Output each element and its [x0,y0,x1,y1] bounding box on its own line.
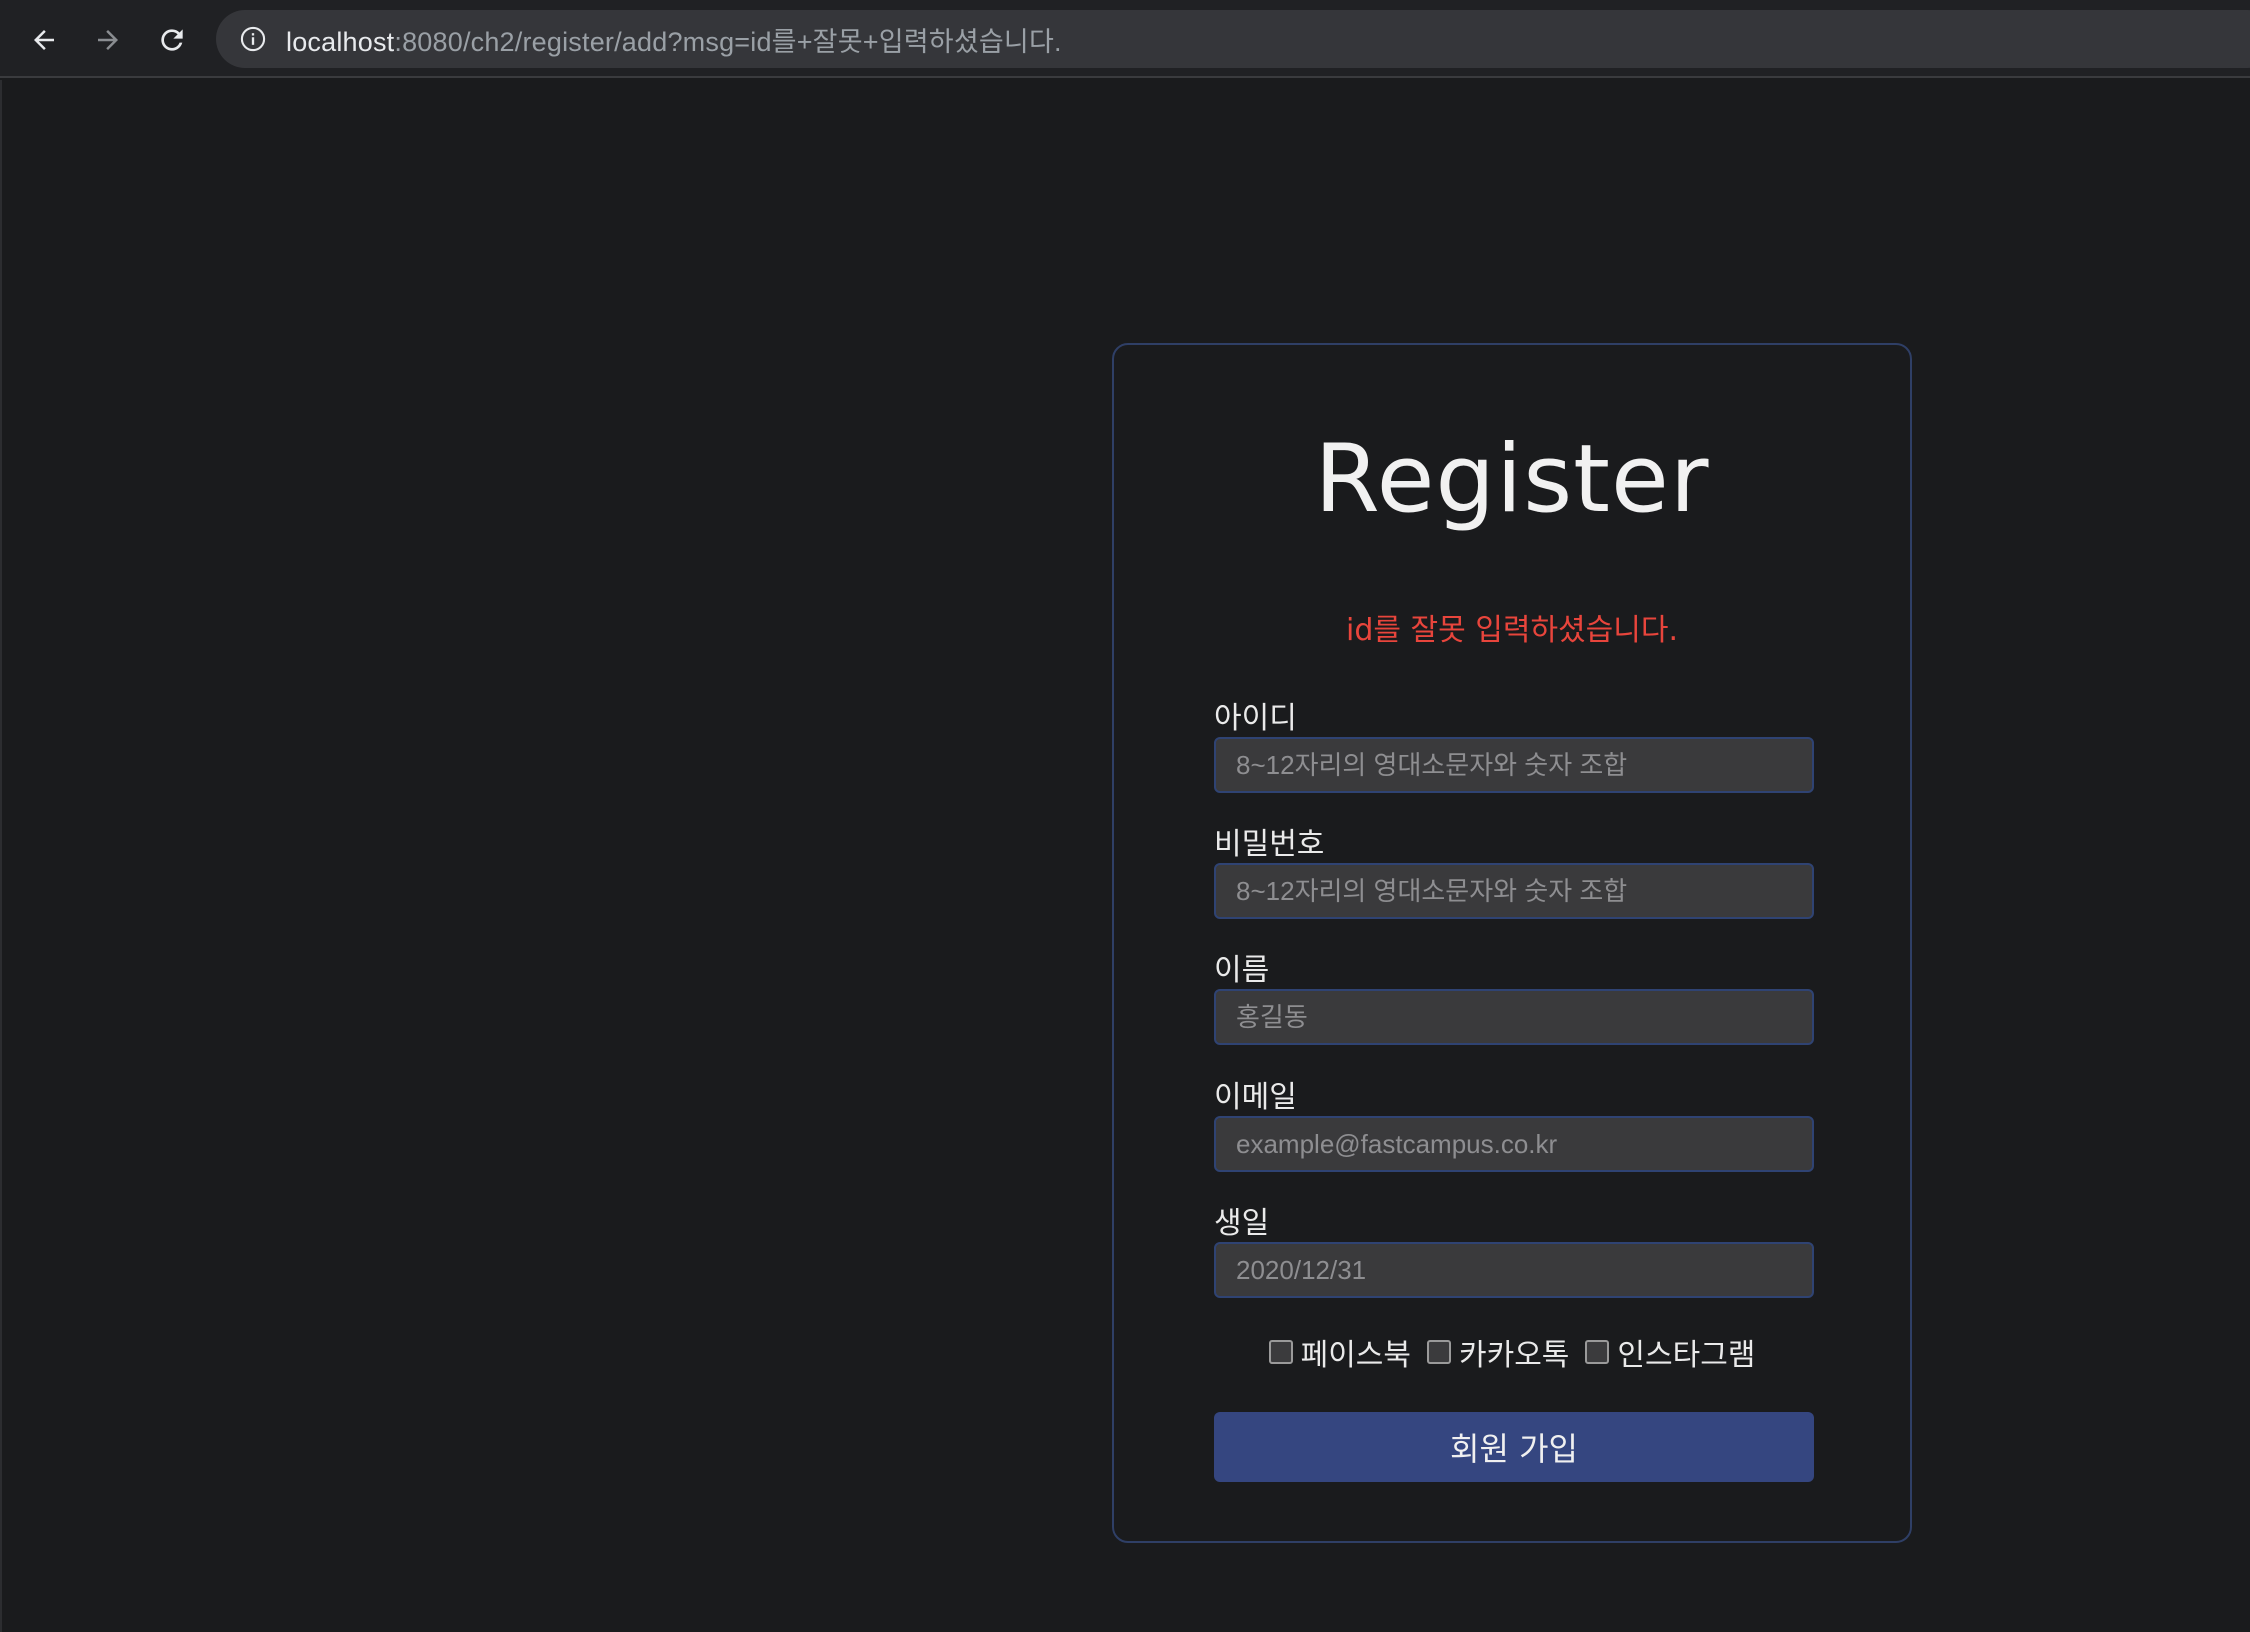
name-label: 이름 [1214,953,1270,988]
arrow-right-icon [98,30,118,50]
address-bar[interactable]: localhost:8080/ch2/register/add?msg=id를+… [216,10,2250,68]
id-input[interactable] [1214,737,1814,793]
instagram-label: 인스타그램 [1617,1338,1756,1373]
browser-toolbar: localhost:8080/ch2/register/add?msg=id를+… [0,0,2250,78]
url-text[interactable]: localhost:8080/ch2/register/add?msg=id를+… [286,20,1062,59]
register-submit-button[interactable]: 회원 가입 [1214,1412,1814,1482]
kakaotalk-label: 카카오톡 [1459,1338,1570,1373]
sns-options: 페이스북 카카오톡 인스타그램 [1114,1330,1910,1374]
sns-option-instagram[interactable]: 인스타그램 [1585,1330,1755,1374]
password-label: 비밀번호 [1214,827,1325,862]
sns-option-facebook[interactable]: 페이스북 [1268,1330,1411,1374]
arrow-left-icon [34,30,54,50]
sns-option-kakaotalk[interactable]: 카카오톡 [1427,1330,1569,1374]
forward-button[interactable] [80,16,136,64]
birthday-input[interactable] [1214,1242,1814,1298]
birthday-label: 생일 [1214,1206,1270,1241]
facebook-label: 페이스북 [1300,1338,1411,1373]
info-icon[interactable] [238,24,268,54]
url-path: :8080/ch2/register/add?msg=id를+잘못+입력하셨습니… [394,26,1062,57]
url-host: localhost [286,26,395,57]
error-message: id를 잘못 입력하셨습니다. [1346,613,1678,648]
name-input[interactable] [1214,989,1814,1045]
id-label: 아이디 [1214,701,1297,736]
email-input[interactable] [1214,1116,1814,1172]
facebook-checkbox[interactable] [1268,1340,1293,1364]
page-title: Register [1314,425,1710,534]
kakaotalk-checkbox[interactable] [1427,1340,1451,1364]
reload-icon [161,29,183,51]
reload-button[interactable] [144,16,200,64]
register-form: Register id를 잘못 입력하셨습니다. 아이디 비밀번호 이름 이메일… [1112,343,1912,1543]
email-label: 이메일 [1214,1080,1297,1115]
window-edge [0,80,2,1632]
instagram-checkbox[interactable] [1585,1340,1610,1364]
back-button[interactable] [16,16,72,64]
password-input[interactable] [1214,863,1814,919]
